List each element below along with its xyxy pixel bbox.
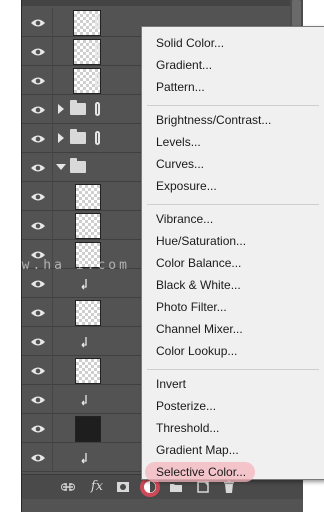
layer-thumbnail[interactable] [75,184,101,210]
row-separator [52,327,53,356]
menu-item-photo-filter[interactable]: Photo Filter... [156,300,227,314]
visibility-eye-icon[interactable] [30,335,46,347]
menu-item-color-lookup[interactable]: Color Lookup... [156,344,237,358]
mask-link-icon[interactable] [95,15,100,29]
row-separator [52,37,53,66]
link-icon[interactable] [60,479,76,495]
collapse-arrow-icon[interactable] [56,164,66,170]
visibility-eye-icon[interactable] [30,16,46,28]
mask-link-icon[interactable] [95,44,100,58]
menu-item-invert[interactable]: Invert [156,377,186,391]
menu-item-curves[interactable]: Curves... [156,157,204,171]
row-separator [52,385,53,414]
expand-arrow-icon[interactable] [58,133,64,143]
layer-thumbnail[interactable] [75,416,101,442]
visibility-eye-icon[interactable] [30,422,46,434]
row-separator [52,182,53,211]
row-separator [52,66,53,95]
layer-thumbnail[interactable] [75,300,101,326]
menu-divider [147,369,319,370]
row-separator [52,95,53,124]
adjustment-layer-menu: Solid Color... Gradient... Pattern... Brigh… [141,26,324,482]
layer-thumbnail[interactable] [75,358,101,384]
mask-link-icon[interactable] [95,73,100,87]
menu-item-channel-mixer[interactable]: Channel Mixer... [156,322,243,336]
row-separator [52,443,53,472]
visibility-eye-icon[interactable] [30,190,46,202]
clipping-arrow-icon [80,277,90,290]
row-separator [52,356,53,385]
layers-panel: fx Solid Color... Gradient... Pattern... Br… [21,0,324,512]
row-separator [52,153,53,182]
menu-item-posterize[interactable]: Posterize... [156,399,216,413]
visibility-eye-icon[interactable] [30,393,46,405]
folder-open-icon [70,158,86,173]
menu-item-black-white[interactable]: Black & White... [156,278,241,292]
row-separator [52,298,53,327]
mask-link-icon[interactable] [95,102,100,116]
menu-divider [147,204,319,205]
layer-thumbnail[interactable] [75,213,101,239]
expand-arrow-icon[interactable] [58,104,64,114]
menu-item-brightness-contrast[interactable]: Brightness/Contrast... [156,113,271,127]
visibility-eye-icon[interactable] [30,161,46,173]
visibility-eye-icon[interactable] [30,306,46,318]
menu-item-gradient[interactable]: Gradient... [156,58,212,72]
row-separator [52,124,53,153]
menu-item-gradient-map[interactable]: Gradient Map... [156,443,239,457]
menu-item-hue-saturation[interactable]: Hue/Saturation... [156,234,246,248]
menu-item-exposure[interactable]: Exposure... [156,179,217,193]
visibility-eye-icon[interactable] [30,219,46,231]
menu-item-vibrance[interactable]: Vibrance... [156,212,213,226]
mask-link-icon[interactable] [95,131,100,145]
fx-icon[interactable]: fx [88,479,106,495]
clipping-arrow-icon [80,335,90,348]
menu-item-selective-color[interactable]: Selective Color... [156,465,246,479]
menu-item-threshold[interactable]: Threshold... [156,421,219,435]
visibility-eye-icon[interactable] [30,451,46,463]
visibility-eye-icon[interactable] [30,103,46,115]
menu-item-solid-color[interactable]: Solid Color... [156,36,224,50]
menu-divider [147,105,319,106]
menu-item-levels[interactable]: Levels... [156,135,201,149]
visibility-eye-icon[interactable] [30,132,46,144]
clipping-arrow-icon [80,393,90,406]
folder-icon [70,129,86,144]
clipping-arrow-icon [80,451,90,464]
add-mask-icon[interactable] [116,479,130,495]
visibility-eye-icon[interactable] [30,277,46,289]
watermark-text: www.ha i.com [0,258,130,273]
visibility-eye-icon[interactable] [30,74,46,86]
row-separator [52,414,53,443]
panel-top-edge [22,0,303,6]
visibility-eye-icon[interactable] [30,364,46,376]
folder-icon [70,100,86,115]
visibility-eye-icon[interactable] [30,45,46,57]
row-separator [52,8,53,37]
menu-item-pattern[interactable]: Pattern... [156,80,205,94]
row-separator [52,211,53,240]
